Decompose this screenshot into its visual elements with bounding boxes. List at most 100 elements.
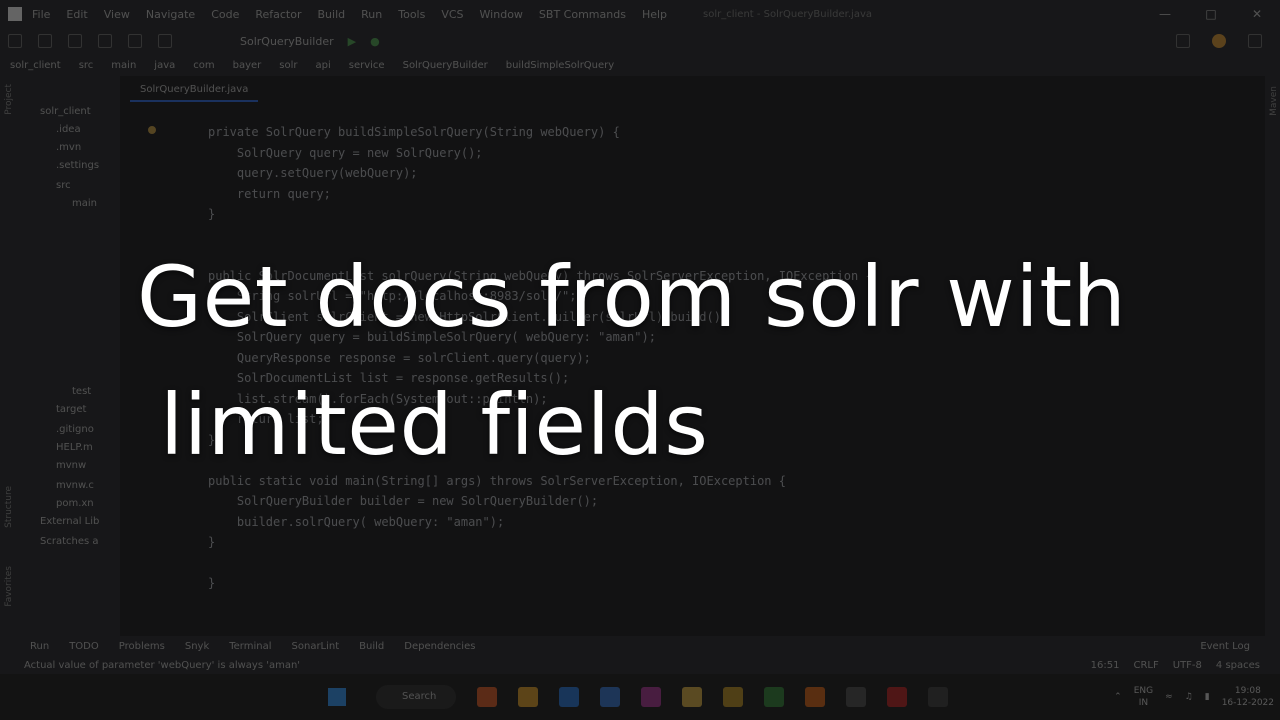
tree-item[interactable]: HELP.m (56, 442, 93, 453)
indent-setting[interactable]: 4 spaces (1216, 660, 1260, 671)
speaker-icon[interactable]: ♫ (1185, 692, 1193, 702)
close-icon[interactable]: ✕ (1234, 7, 1280, 21)
taskbar-search[interactable]: Search (376, 685, 456, 709)
tool-window-sonarlint[interactable]: SonarLint (292, 641, 340, 652)
sync-icon[interactable] (68, 34, 82, 48)
tree-item[interactable]: test (72, 386, 91, 397)
tool-window-build[interactable]: Build (359, 641, 384, 652)
file-encoding[interactable]: UTF-8 (1173, 660, 1202, 671)
tree-item[interactable]: main (72, 198, 97, 209)
maven-tool-button[interactable]: Maven (1269, 86, 1279, 116)
menu-navigate[interactable]: Navigate (146, 8, 195, 21)
save-icon[interactable] (38, 34, 52, 48)
tree-item[interactable]: .idea (56, 124, 81, 135)
tree-item[interactable]: target (56, 404, 86, 415)
event-log-button[interactable]: Event Log (1200, 641, 1250, 652)
tool-window-dependencies[interactable]: Dependencies (404, 641, 475, 652)
chrome-icon[interactable] (518, 687, 538, 707)
editor-tab[interactable]: SolrQueryBuilder.java (130, 80, 259, 102)
outlook-icon[interactable] (600, 687, 620, 707)
project-tool-button[interactable]: Project (4, 84, 14, 115)
account-avatar[interactable] (1212, 34, 1226, 48)
menu-view[interactable]: View (104, 8, 130, 21)
tool-window-terminal[interactable]: Terminal (229, 641, 271, 652)
excel-icon[interactable] (764, 687, 784, 707)
tree-item[interactable]: .settings (56, 160, 99, 171)
line-ending[interactable]: CRLF (1133, 660, 1158, 671)
code-line: SolrClient solrClient = new HttpSolrClie… (208, 309, 729, 324)
jetbrains-icon[interactable] (1248, 34, 1262, 48)
caret-position[interactable]: 16:51 (1091, 660, 1120, 671)
maximize-icon[interactable]: □ (1188, 7, 1234, 21)
open-folder-icon[interactable] (8, 34, 22, 48)
tree-item[interactable]: pom.xn (56, 498, 94, 509)
menu-file[interactable]: File (32, 8, 50, 21)
gutter-marker-icon[interactable] (148, 126, 156, 134)
breadcrumb-item[interactable]: service (349, 60, 385, 71)
menu-edit[interactable]: Edit (66, 8, 87, 21)
tree-item[interactable]: External Lib (40, 516, 99, 527)
tray-chevron-icon[interactable]: ⌃ (1114, 692, 1122, 702)
build-hammer-icon[interactable] (158, 34, 172, 48)
code-line: SolrDocumentList list = response.getResu… (208, 371, 570, 385)
code-line: } (208, 535, 216, 549)
menu-code[interactable]: Code (211, 8, 239, 21)
menu-help[interactable]: Help (642, 8, 667, 21)
breadcrumb-item[interactable]: java (154, 60, 175, 71)
breadcrumb-item[interactable]: bayer (233, 60, 262, 71)
breadcrumb-item[interactable]: solr_client (10, 60, 61, 71)
back-arrow-icon[interactable] (98, 34, 112, 48)
menu-build[interactable]: Build (318, 8, 346, 21)
project-tree: solr_client .idea .mvn .settings src mai… (22, 76, 120, 636)
tool-window-run[interactable]: Run (30, 641, 49, 652)
windows-start-icon[interactable] (328, 688, 346, 706)
structure-tool-button[interactable]: Structure (4, 486, 14, 528)
battery-icon[interactable]: ▮ (1205, 692, 1210, 702)
clock[interactable]: 19:08 16-12-2022 (1222, 685, 1274, 709)
menu-sbt-commands[interactable]: SBT Commands (539, 8, 626, 21)
menu-refactor[interactable]: Refactor (255, 8, 301, 21)
breadcrumb: solr_client src main java com bayer solr… (0, 54, 1280, 76)
tool-window-todo[interactable]: TODO (69, 641, 99, 652)
debug-icon[interactable]: ● (370, 35, 380, 48)
terminal-icon[interactable] (846, 687, 866, 707)
menu-tools[interactable]: Tools (398, 8, 425, 21)
tool-window-problems[interactable]: Problems (119, 641, 165, 652)
intellij-taskbar-icon[interactable] (641, 687, 661, 707)
tree-item[interactable]: src (56, 180, 71, 191)
menu-run[interactable]: Run (361, 8, 382, 21)
search-icon[interactable] (1176, 34, 1190, 48)
forward-arrow-icon[interactable] (128, 34, 142, 48)
menu-window[interactable]: Window (480, 8, 523, 21)
recorder-icon[interactable] (928, 687, 948, 707)
breadcrumb-item[interactable]: main (111, 60, 136, 71)
tree-item[interactable]: .gitigno (56, 424, 94, 435)
vscode-icon[interactable] (559, 687, 579, 707)
breadcrumb-item[interactable]: SolrQueryBuilder (403, 60, 488, 71)
run-configuration-select[interactable]: SolrQueryBuilder (240, 35, 334, 48)
wifi-icon[interactable]: ≈ (1165, 692, 1173, 702)
sublime-icon[interactable] (723, 687, 743, 707)
language-indicator[interactable]: ENG IN (1134, 685, 1153, 709)
tree-item[interactable]: mvnw.c (56, 480, 94, 491)
breadcrumb-item[interactable]: api (316, 60, 331, 71)
minimize-icon[interactable]: — (1142, 7, 1188, 21)
firefox-icon[interactable] (477, 687, 497, 707)
acrobat-icon[interactable] (887, 687, 907, 707)
breadcrumb-item[interactable]: com (193, 60, 214, 71)
tree-item[interactable]: .mvn (56, 142, 81, 153)
run-icon[interactable]: ▶ (348, 35, 356, 48)
favorites-tool-button[interactable]: Favorites (4, 566, 14, 607)
breadcrumb-item[interactable]: solr (279, 60, 297, 71)
menu-vcs[interactable]: VCS (441, 8, 463, 21)
tree-item[interactable]: solr_client (40, 106, 91, 117)
code-editor[interactable]: SolrQueryBuilder.java private SolrQuery … (120, 76, 1265, 636)
tree-item[interactable]: Scratches a (40, 536, 99, 547)
code-text[interactable]: private SolrQuery buildSimpleSolrQuery(S… (208, 122, 873, 594)
postman-icon[interactable] (805, 687, 825, 707)
breadcrumb-item[interactable]: src (79, 60, 94, 71)
tool-window-snyk[interactable]: Snyk (185, 641, 209, 652)
tree-item[interactable]: mvnw (56, 460, 86, 471)
breadcrumb-item[interactable]: buildSimpleSolrQuery (506, 60, 614, 71)
file-explorer-icon[interactable] (682, 687, 702, 707)
